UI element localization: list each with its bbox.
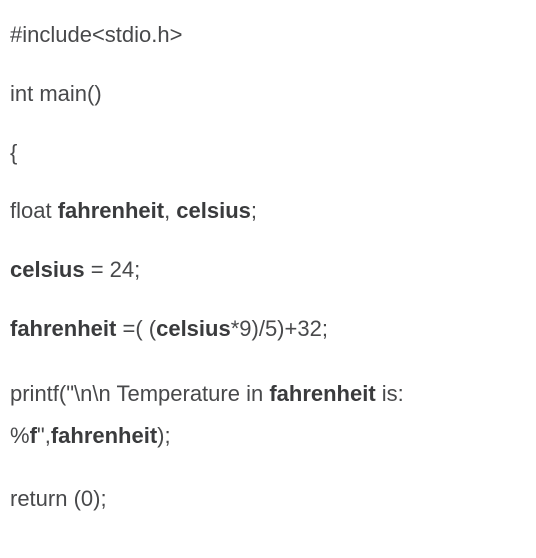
code-line-include: #include<stdio.h> bbox=[10, 20, 526, 51]
code-text: , bbox=[164, 198, 176, 223]
code-text: =( ( bbox=[116, 316, 156, 341]
code-line-formula: fahrenheit =( (celsius*9)/5)+32; bbox=[10, 314, 526, 345]
code-bold: celsius bbox=[156, 316, 231, 341]
code-text: #include<stdio.h> bbox=[10, 22, 182, 47]
code-bold: fahrenheit bbox=[51, 423, 157, 448]
code-bold: celsius bbox=[176, 198, 251, 223]
code-text: ", bbox=[37, 423, 51, 448]
code-bold: fahrenheit bbox=[10, 316, 116, 341]
code-text: *9)/5)+32; bbox=[231, 316, 328, 341]
code-text: return (0); bbox=[10, 486, 107, 511]
code-text: { bbox=[10, 140, 17, 165]
code-line-main: int main() bbox=[10, 79, 526, 110]
code-bold: f bbox=[30, 423, 37, 448]
code-line-printf: printf("\n\n Temperature in fahrenheit i… bbox=[10, 373, 526, 457]
code-bold: fahrenheit bbox=[58, 198, 164, 223]
code-text: = 24; bbox=[85, 257, 141, 282]
code-line-open-brace: { bbox=[10, 138, 526, 169]
code-text: int main() bbox=[10, 81, 102, 106]
code-text: ; bbox=[251, 198, 257, 223]
code-text: ); bbox=[157, 423, 170, 448]
code-line-assign-celsius: celsius = 24; bbox=[10, 255, 526, 286]
code-line-declaration: float fahrenheit, celsius; bbox=[10, 196, 526, 227]
code-bold: fahrenheit bbox=[269, 381, 375, 406]
code-bold: celsius bbox=[10, 257, 85, 282]
code-line-return: return (0); bbox=[10, 484, 526, 515]
code-text: printf("\n\n Temperature in bbox=[10, 381, 269, 406]
code-text: float bbox=[10, 198, 58, 223]
